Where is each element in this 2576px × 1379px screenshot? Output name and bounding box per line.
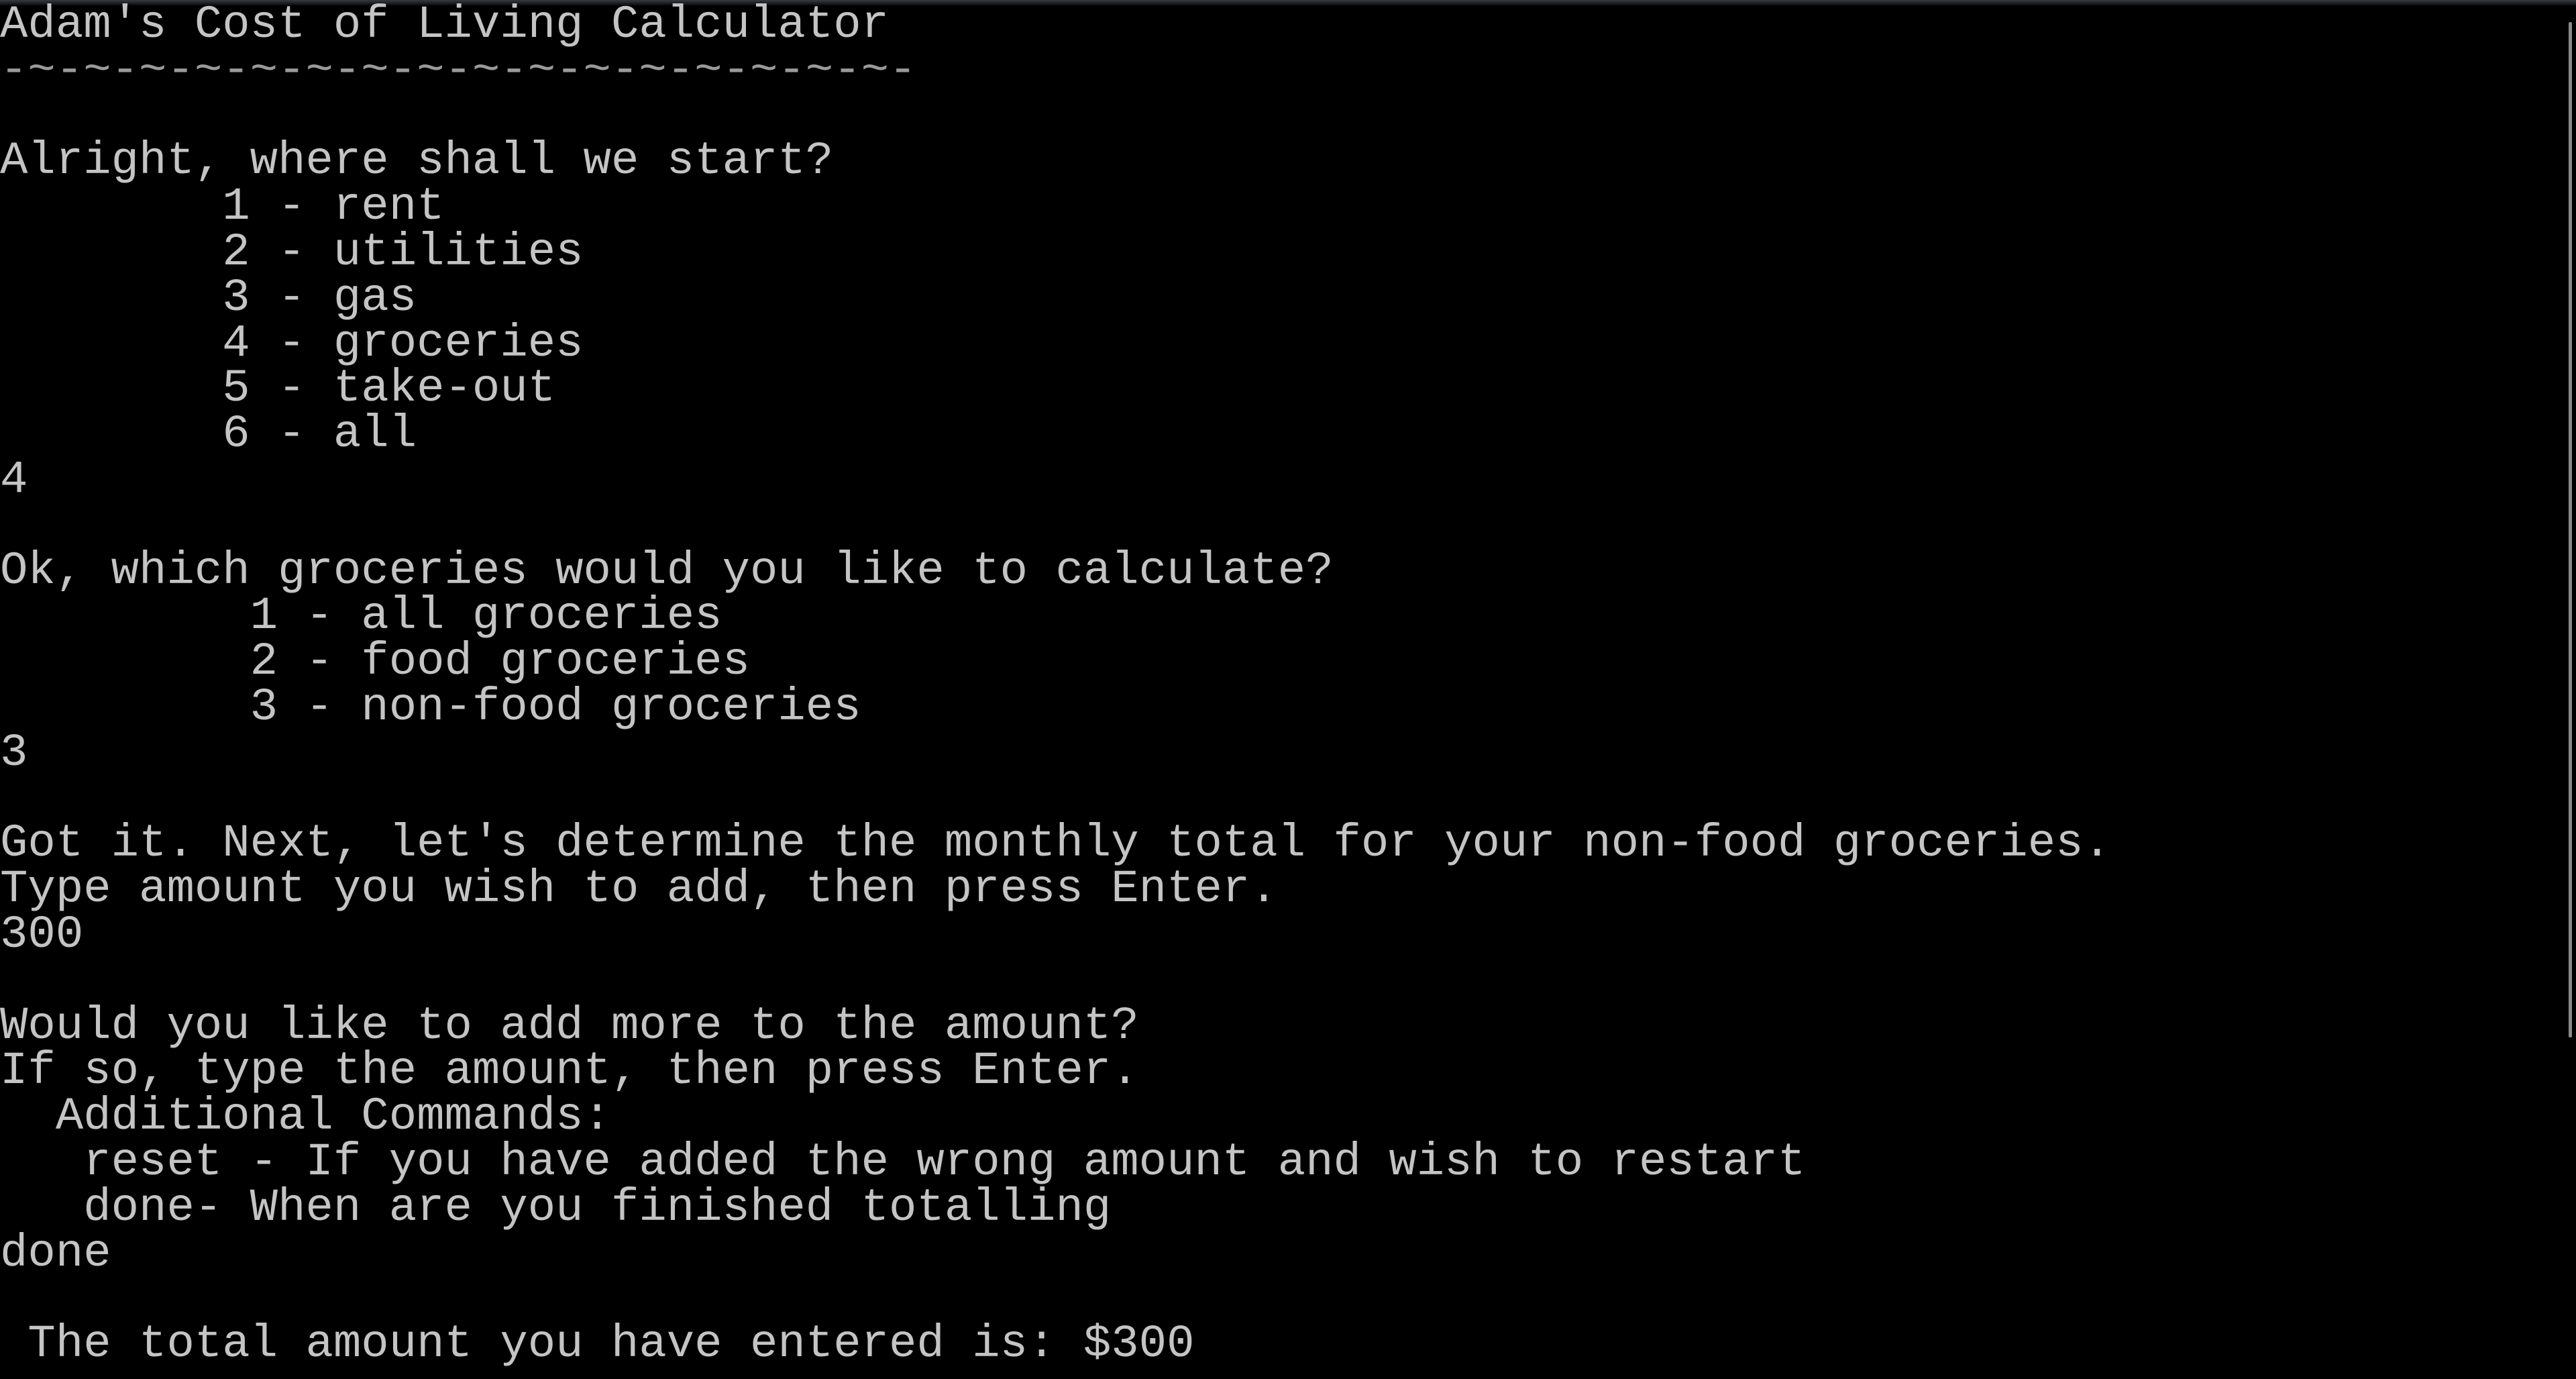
console-output[interactable]: Adam's Cost of Living Calculator -~-~-~-…: [0, 0, 2549, 1378]
add-more-prompt: Would you like to add more to the amount…: [0, 999, 1139, 1052]
vertical-scrollbar[interactable]: [2569, 22, 2572, 1037]
option-groceries: 4 - groceries: [0, 317, 584, 370]
user-input: 300: [0, 908, 84, 961]
user-input: 4: [0, 453, 28, 506]
commands-header: Additional Commands:: [0, 1090, 611, 1143]
option-food-groceries: 2 - food groceries: [0, 635, 750, 688]
option-all: 6 - all: [0, 408, 417, 461]
title-divider: -~-~-~-~-~-~-~-~-~-~-~-~-~-~-~-~-: [0, 44, 917, 97]
option-all-groceries: 1 - all groceries: [0, 590, 722, 643]
option-utilities: 2 - utilities: [0, 225, 584, 278]
user-input: 3: [0, 726, 28, 779]
add-more-instructions: If so, type the amount, then press Enter…: [0, 1045, 1139, 1098]
user-input: done: [0, 1227, 111, 1280]
total-result: The total amount you have entered is: $3…: [0, 1318, 1195, 1371]
monthly-total-prompt: Got it. Next, let's determine the monthl…: [0, 817, 2111, 870]
command-done: done- When are you finished totalling: [0, 1181, 1112, 1234]
option-take-out: 5 - take-out: [0, 362, 556, 415]
groceries-prompt: Ok, which groceries would you like to ca…: [0, 544, 1334, 597]
start-prompt: Alright, where shall we start?: [0, 135, 834, 188]
option-gas: 3 - gas: [0, 271, 417, 324]
option-rent: 1 - rent: [0, 181, 445, 234]
command-reset: reset - If you have added the wrong amou…: [0, 1135, 1806, 1188]
option-non-food-groceries: 3 - non-food groceries: [0, 680, 861, 733]
amount-prompt: Type amount you wish to add, then press …: [0, 863, 1278, 916]
app-title: Adam's Cost of Living Calculator: [0, 0, 890, 51]
